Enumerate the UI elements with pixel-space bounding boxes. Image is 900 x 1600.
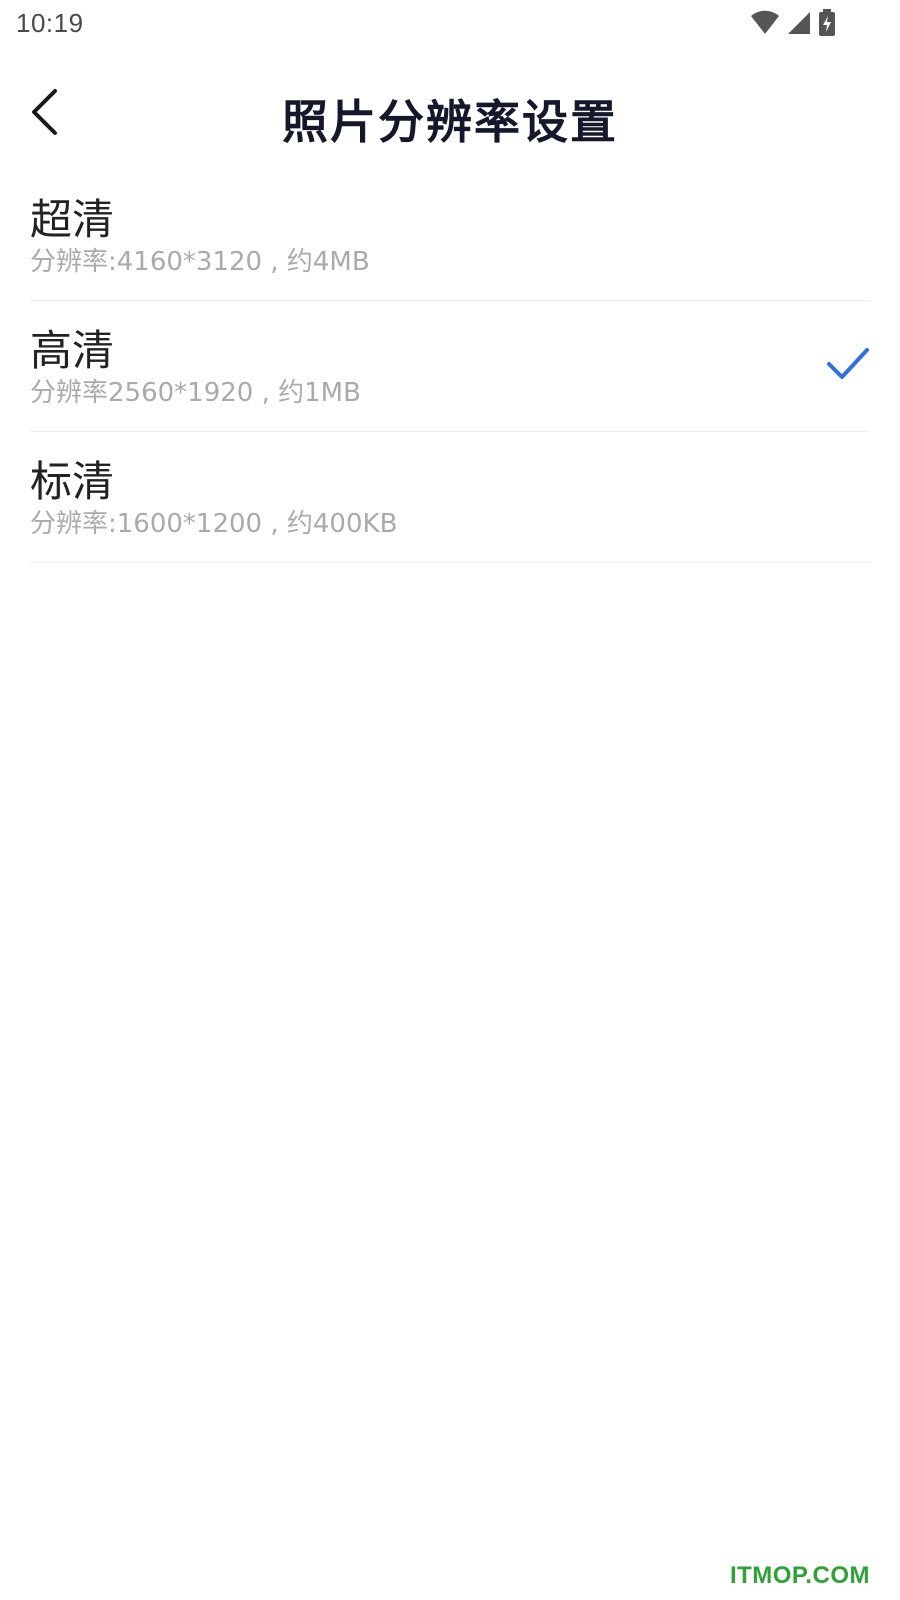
option-hd[interactable]: 高清 分辨率2560*1920 , 约1MB xyxy=(30,301,870,432)
option-title: 标清 xyxy=(30,457,115,506)
status-icons xyxy=(750,9,836,41)
option-ultra-hd[interactable]: 超清 分辨率:4160*3120 , 约4MB xyxy=(30,170,870,301)
battery-charging-icon xyxy=(818,9,836,41)
option-subtitle: 分辨率2560*1920 , 约1MB xyxy=(30,378,361,408)
page-title: 照片分辨率设置 xyxy=(282,95,618,149)
status-bar: 10:19 xyxy=(0,0,900,48)
header: 照片分辨率设置 xyxy=(0,72,900,156)
option-subtitle: 分辨率:4160*3120 , 约4MB xyxy=(30,247,370,277)
checkmark-icon xyxy=(826,346,870,382)
option-title: 超清 xyxy=(30,195,115,244)
status-time: 10:19 xyxy=(16,8,84,38)
cellular-signal-icon xyxy=(786,10,812,40)
resolution-options-list: 超清 分辨率:4160*3120 , 约4MB 高清 分辨率2560*1920 … xyxy=(30,170,870,563)
wifi-icon xyxy=(750,10,780,40)
option-sd[interactable]: 标清 分辨率:1600*1200 , 约400KB xyxy=(30,432,870,563)
option-subtitle: 分辨率:1600*1200 , 约400KB xyxy=(30,509,398,539)
option-title: 高清 xyxy=(30,326,115,375)
watermark: ITMOP.COM xyxy=(729,1562,870,1589)
